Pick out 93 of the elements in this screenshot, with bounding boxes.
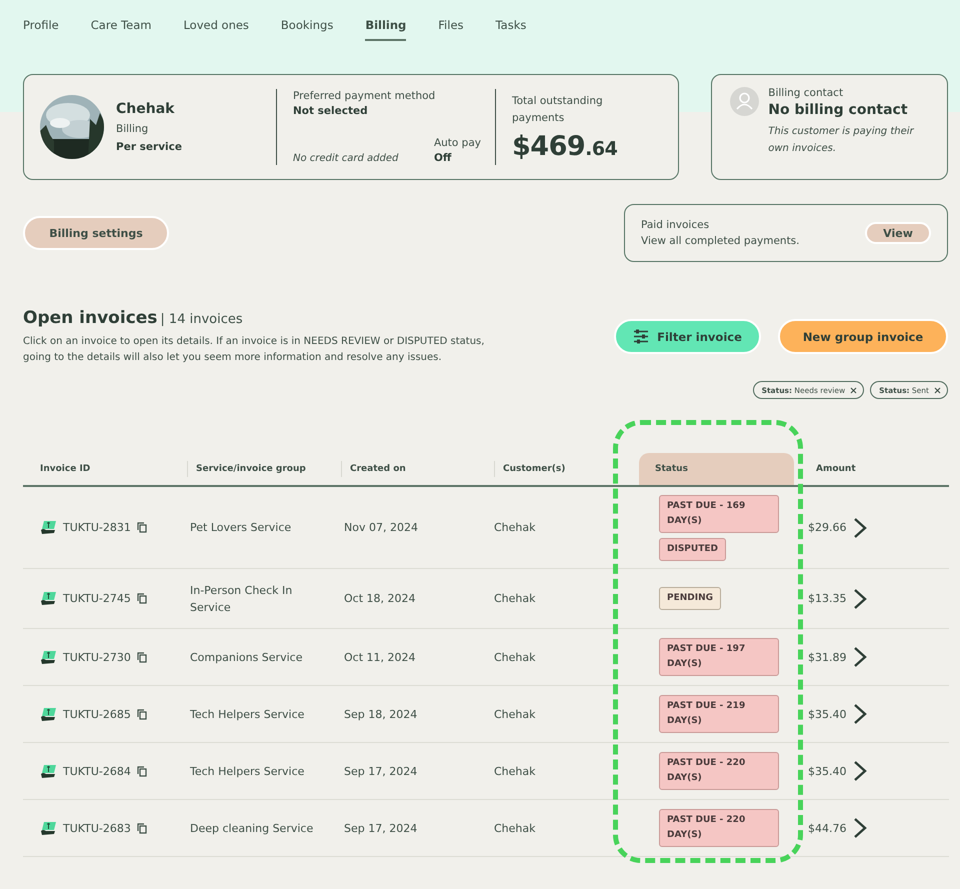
column-header[interactable]: Created on bbox=[341, 461, 494, 477]
status-badge: DISPUTED bbox=[659, 538, 726, 560]
service-name: Tech Helpers Service bbox=[189, 764, 306, 780]
nav-tab[interactable]: Files bbox=[438, 17, 464, 41]
service-name: Deep cleaning Service bbox=[189, 820, 314, 836]
amount: $31.89 bbox=[808, 650, 846, 666]
invoice-id: TUKTU-2683 bbox=[63, 820, 131, 836]
close-icon[interactable] bbox=[934, 386, 941, 394]
amount: $29.66 bbox=[808, 520, 846, 536]
nav-tab[interactable]: Profile bbox=[23, 17, 59, 41]
new-group-invoice-button[interactable]: New group invoice bbox=[778, 319, 948, 354]
amount: $35.40 bbox=[808, 706, 846, 722]
money-icon bbox=[40, 650, 57, 664]
close-icon[interactable] bbox=[850, 386, 858, 394]
created-date: Sep 17, 2024 bbox=[343, 820, 418, 836]
money-icon bbox=[40, 706, 57, 722]
created-date: Oct 18, 2024 bbox=[343, 591, 416, 607]
chevron-right-icon[interactable] bbox=[852, 516, 866, 538]
money-icon bbox=[40, 820, 57, 836]
chevron-right-icon[interactable] bbox=[852, 760, 866, 782]
status-badge: PAST DUE - 197 DAY(S) bbox=[659, 638, 779, 676]
invoice-id: TUKTU-2831 bbox=[63, 520, 131, 536]
outstanding-label: Total outstanding payments bbox=[512, 94, 604, 126]
chevron-right-icon[interactable] bbox=[852, 817, 866, 839]
nav-tab[interactable]: Tasks bbox=[496, 17, 526, 41]
invoice-id: TUKTU-2684 bbox=[63, 764, 131, 780]
copy-icon[interactable] bbox=[136, 593, 147, 604]
outstanding-amount: $469.64 bbox=[512, 130, 618, 162]
chevron-right-icon[interactable] bbox=[852, 588, 866, 610]
service-name: Companions Service bbox=[189, 650, 304, 666]
column-header[interactable]: Invoice ID bbox=[23, 461, 187, 477]
chevron-right-icon[interactable] bbox=[852, 646, 866, 668]
nav-tab[interactable]: Loved ones bbox=[183, 17, 249, 41]
status-badge: PAST DUE - 220 DAY(S) bbox=[659, 809, 779, 847]
status-badge: PAST DUE - 169 DAY(S) bbox=[659, 494, 779, 532]
billing-label: Billing bbox=[116, 123, 150, 135]
nav-tab[interactable]: Care Team bbox=[90, 17, 152, 41]
paid-invoices-description: View all completed payments. bbox=[641, 235, 800, 247]
section-title: Open invoices bbox=[23, 308, 158, 328]
invoice-id: TUKTU-2745 bbox=[63, 591, 131, 607]
created-date: Sep 18, 2024 bbox=[343, 706, 418, 722]
customer-name: Chehak bbox=[494, 650, 537, 666]
customer-name: Chehak bbox=[494, 520, 537, 536]
column-header[interactable]: Status bbox=[639, 453, 794, 485]
money-icon bbox=[40, 591, 57, 606]
billing-contact-value: No billing contact bbox=[768, 102, 909, 118]
customer-name: Chehak bbox=[116, 101, 176, 117]
service-name: In-Person Check In Service bbox=[189, 582, 294, 616]
customer-name: Chehak bbox=[494, 706, 537, 722]
copy-icon[interactable] bbox=[136, 522, 147, 533]
auto-pay-label: Auto pay bbox=[434, 137, 481, 149]
copy-icon[interactable] bbox=[136, 652, 147, 662]
billing-contact-label: Billing contact bbox=[768, 87, 844, 99]
payment-method-label: Preferred payment method bbox=[293, 90, 436, 102]
auto-pay-value: Off bbox=[434, 152, 452, 164]
amount: $13.35 bbox=[808, 591, 846, 607]
created-date: Oct 11, 2024 bbox=[343, 650, 416, 666]
column-header[interactable]: Service/invoice group bbox=[187, 461, 341, 477]
card-note: No credit card added bbox=[293, 153, 400, 164]
status-badge: PENDING bbox=[659, 587, 722, 610]
money-icon bbox=[40, 520, 57, 535]
sliders-icon bbox=[633, 329, 650, 344]
customer-name: Chehak bbox=[494, 820, 537, 836]
service-name: Pet Lovers Service bbox=[189, 520, 292, 536]
billing-settings-button[interactable]: Billing settings bbox=[23, 216, 169, 250]
money-icon bbox=[40, 764, 57, 778]
status-badge: PAST DUE - 220 DAY(S) bbox=[659, 752, 779, 790]
column-header[interactable]: Amount bbox=[794, 461, 949, 477]
paid-invoices-title: Paid invoices bbox=[641, 219, 710, 231]
amount: $44.76 bbox=[808, 820, 846, 836]
created-date: Nov 07, 2024 bbox=[343, 520, 419, 536]
invoice-id: TUKTU-2685 bbox=[63, 706, 131, 722]
invoice-count: | 14 invoices bbox=[160, 312, 243, 327]
nav-tab[interactable]: Bookings bbox=[280, 17, 334, 41]
copy-icon[interactable] bbox=[136, 822, 147, 834]
payment-method-value: Not selected bbox=[293, 105, 369, 117]
section-description: Click on an invoice to open its details. If an invoice is in NEEDS REVIEW or DISPUTED status, going to the details will also let you seem more information and resolve any issues. bbox=[23, 335, 486, 365]
customer-name: Chehak bbox=[494, 591, 537, 607]
copy-icon[interactable] bbox=[136, 708, 147, 720]
status-badge: PAST DUE - 219 DAY(S) bbox=[659, 695, 779, 733]
billing-value: Per service bbox=[116, 141, 183, 153]
chevron-right-icon[interactable] bbox=[852, 703, 866, 725]
amount: $35.40 bbox=[808, 764, 846, 780]
view-button[interactable]: View bbox=[865, 222, 931, 244]
created-date: Sep 17, 2024 bbox=[343, 764, 418, 780]
filter-button[interactable]: Filter invoice bbox=[614, 319, 761, 354]
service-name: Tech Helpers Service bbox=[189, 706, 306, 722]
nav-tab[interactable]: Billing bbox=[365, 17, 406, 41]
person-icon bbox=[730, 87, 760, 116]
billing-contact-note: This customer is paying their own invoices. bbox=[768, 125, 916, 156]
copy-icon[interactable] bbox=[136, 766, 147, 776]
invoice-id: TUKTU-2730 bbox=[63, 650, 131, 666]
customer-name: Chehak bbox=[494, 764, 537, 780]
